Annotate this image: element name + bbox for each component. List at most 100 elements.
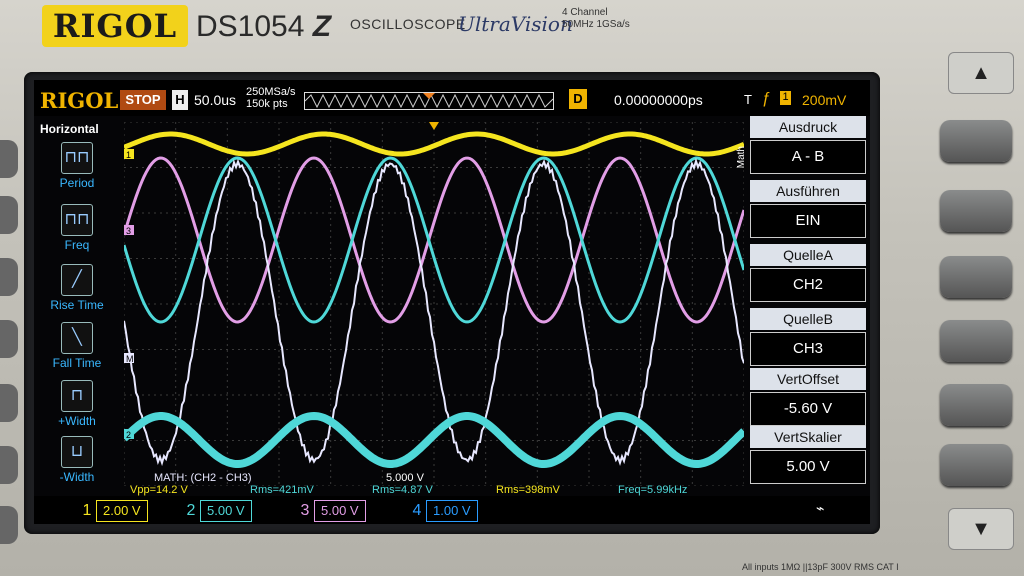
waveform-area[interactable]: 1 3 M 2 <box>121 121 747 487</box>
meas-vpp: Vpp=14.2 V <box>130 484 188 496</box>
input-rating-note: All inputs 1MΩ ||13pF 300V RMS CAT I <box>742 562 899 572</box>
waveform-graticule: 1 3 M 2 <box>121 121 747 487</box>
math-execute-option[interactable]: Ausführen EIN <box>750 180 866 238</box>
math-menu-section: Math <box>736 146 747 169</box>
channel-1-indicator[interactable]: 1 2.00 V <box>78 500 148 522</box>
math-source-b-option[interactable]: QuelleB CH3 <box>750 308 866 366</box>
measure-rise-time-label: Rise Time <box>50 298 104 312</box>
softkey-3-button[interactable] <box>940 256 1012 298</box>
measure-freq[interactable]: ⊓⊓ Freq <box>34 204 120 252</box>
model-label: DS1054 Z <box>196 10 331 44</box>
delay-value[interactable]: 0.00000000ps <box>614 92 703 108</box>
math-expression-title: Ausdruck <box>750 116 866 138</box>
display-screen: RIGOL STOP H 50.0us 250MSa/s 150k pts D … <box>34 80 870 524</box>
trigger-source: 1 <box>780 91 791 105</box>
math-offset-value: -5.60 V <box>750 392 866 426</box>
trigger-edge-icon: ƒ <box>762 90 771 107</box>
channel-4-scale: 1.00 V <box>426 500 478 522</box>
run-stop-status[interactable]: STOP <box>120 90 166 110</box>
channel-1-number: 1 <box>82 502 92 519</box>
period-icon: ⊓⊓ <box>61 142 93 174</box>
math-expression-option[interactable]: Ausdruck A - B <box>750 116 866 174</box>
trigger-position-marker <box>423 93 435 99</box>
softkey-6-button[interactable] <box>940 444 1012 486</box>
screen-logo: RIGOL <box>40 88 119 113</box>
spec-text: 4 Channel 50MHz 1GSa/s <box>562 7 630 31</box>
memory-overview <box>304 92 554 110</box>
series-logo: UltraVision <box>458 12 573 36</box>
measure-period[interactable]: ⊓⊓ Period <box>34 142 120 190</box>
left-knob-3[interactable] <box>0 258 18 296</box>
memory-depth: 150k pts <box>246 98 288 110</box>
left-knob-1[interactable] <box>0 140 18 178</box>
math-offset-marker-label: M <box>126 354 134 364</box>
memory-waveform-icon <box>304 93 554 109</box>
math-scale-option[interactable]: VertSkalier 5.00 V <box>750 426 866 484</box>
measure-menu: Horizontal ⊓⊓ Period ⊓⊓ Freq ╱ Rise Time… <box>34 122 120 486</box>
measure-freq-label: Freq <box>64 238 90 252</box>
channel-3-indicator[interactable]: 3 5.00 V <box>296 500 366 522</box>
math-offset-option[interactable]: VertOffset -5.60 V <box>750 368 866 426</box>
measure-rise-time[interactable]: ╱ Rise Time <box>34 264 120 312</box>
math-source-a-value: CH2 <box>750 268 866 302</box>
meas-freq: Freq=5.99kHz <box>618 484 688 496</box>
trigger-level[interactable]: 200mV <box>802 92 846 108</box>
softkey-2-button[interactable] <box>940 190 1012 232</box>
measure-neg-width[interactable]: ⊔ -Width <box>34 436 120 484</box>
measure-fall-time[interactable]: ╲ Fall Time <box>34 322 120 370</box>
channel-2-indicator[interactable]: 2 5.00 V <box>182 500 252 522</box>
math-source-a-title: QuelleA <box>750 244 866 266</box>
math-execute-title: Ausführen <box>750 180 866 202</box>
device-type: OSCILLOSCOPE <box>350 16 466 32</box>
math-scale-title: VertSkalier <box>750 426 866 448</box>
status-bar: RIGOL STOP H 50.0us 250MSa/s 150k pts D … <box>34 80 870 116</box>
math-scale-value: 5.00 V <box>750 450 866 484</box>
ch2-offset-marker-label: 2 <box>126 430 131 440</box>
meas-rms-2: Rms=4.87 V <box>372 484 433 496</box>
measure-pos-width-label: +Width <box>58 414 96 428</box>
measure-pos-width[interactable]: ⊓ +Width <box>34 380 120 428</box>
math-execute-value: EIN <box>750 204 866 238</box>
freq-icon: ⊓⊓ <box>61 204 93 236</box>
softkey-4-button[interactable] <box>940 320 1012 362</box>
menu-down-button[interactable]: ▼ <box>948 508 1014 550</box>
fall-time-icon: ╲ <box>61 322 93 354</box>
brand-logo: RIGOL <box>42 5 188 47</box>
math-source-a-option[interactable]: QuelleA CH2 <box>750 244 866 302</box>
usb-icon: ⌁ <box>816 500 825 516</box>
math-expression-value: A - B <box>750 140 866 174</box>
acquisition-info: 250MSa/s 150k pts <box>246 86 296 110</box>
math-source-b-value: CH3 <box>750 332 866 366</box>
math-offset-title: VertOffset <box>750 368 866 390</box>
channel-2-scale: 5.00 V <box>200 500 252 522</box>
model-number: DS1054 <box>196 10 305 43</box>
trigger-label: T <box>744 92 752 107</box>
ch3-offset-marker-label: 3 <box>126 226 131 236</box>
math-source-b-title: QuelleB <box>750 308 866 330</box>
softkey-5-button[interactable] <box>940 384 1012 426</box>
sample-rate: 250MSa/s <box>246 86 296 98</box>
left-knob-7[interactable] <box>0 506 18 544</box>
measure-menu-title: Horizontal <box>40 122 99 136</box>
pos-width-icon: ⊓ <box>61 380 93 412</box>
meas-rms-1: Rms=421mV <box>250 484 314 496</box>
spec-line-2: 50MHz 1GSa/s <box>562 19 630 30</box>
softkey-1-button[interactable] <box>940 120 1012 162</box>
measure-fall-time-label: Fall Time <box>52 356 102 370</box>
math-menu: Math Ausdruck A - B Ausführen EIN Quelle… <box>736 116 870 496</box>
channel-2-number: 2 <box>186 502 196 519</box>
trigger-time-marker <box>429 122 439 130</box>
left-knob-4[interactable] <box>0 320 18 358</box>
timebase-value[interactable]: 50.0us <box>194 92 236 108</box>
channel-bar: 1 2.00 V 2 5.00 V 3 5.00 V 4 1.00 V ⌁ <box>34 496 870 524</box>
menu-up-button[interactable]: ▲ <box>948 52 1014 94</box>
neg-width-icon: ⊔ <box>61 436 93 468</box>
left-knob-2[interactable] <box>0 196 18 234</box>
left-knob-5[interactable] <box>0 384 18 422</box>
measure-neg-width-label: -Width <box>59 470 95 484</box>
channel-1-scale: 2.00 V <box>96 500 148 522</box>
left-knob-6[interactable] <box>0 446 18 484</box>
rise-time-icon: ╱ <box>61 264 93 296</box>
channel-3-number: 3 <box>300 502 310 519</box>
channel-4-indicator[interactable]: 4 1.00 V <box>408 500 478 522</box>
